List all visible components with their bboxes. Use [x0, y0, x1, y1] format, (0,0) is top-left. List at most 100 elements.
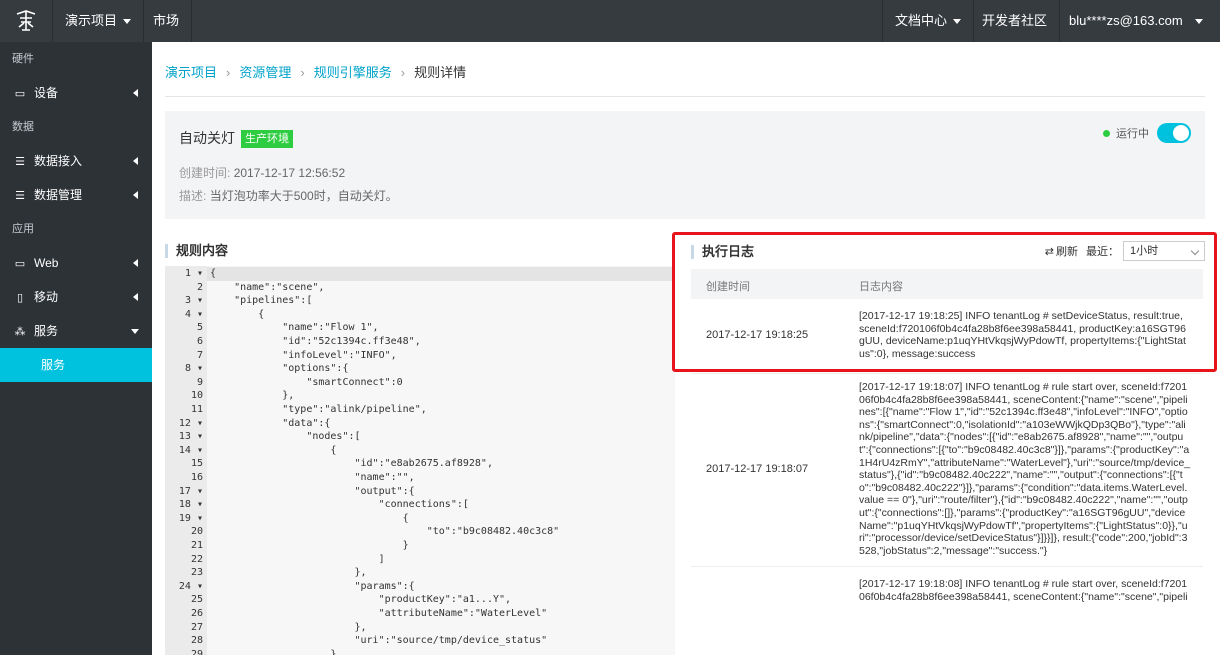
code-line: },: [210, 390, 295, 402]
code-line: "name":"Flow 1",: [210, 322, 379, 334]
line-number: 4 ▾: [184, 308, 203, 320]
cluster-icon: ⁂: [14, 326, 26, 338]
code-line: "connections":[: [210, 499, 469, 511]
chevron-right-icon: ›: [226, 65, 231, 80]
desktop-icon: ▭: [14, 258, 26, 270]
chevron-left-icon: [133, 259, 138, 267]
rule-summary: 自动关灯 生产环境 创建时间: 2017-12-17 12:56:52 描述: 当…: [165, 111, 1205, 219]
code-line: {: [210, 308, 265, 320]
breadcrumb-current: 规则详情: [414, 65, 467, 80]
code-line: "infoLevel":"INFO",: [210, 349, 397, 361]
sidebar-section-data: 数据: [12, 121, 34, 133]
chevron-right-icon: ›: [400, 65, 406, 80]
line-number: 10: [190, 390, 203, 402]
line-number: 26: [190, 608, 203, 619]
chevron-left-icon: [133, 191, 138, 199]
breadcrumb: 演示项目 › 资源管理 › 规则引擎服务 › 规则详情: [165, 62, 466, 81]
line-number: 18 ▾: [178, 499, 203, 511]
rule-description: 描述: 当灯泡功率大于500时，自动关灯。: [179, 189, 398, 203]
chevron-left-icon: [133, 293, 138, 301]
line-number: 15: [190, 458, 203, 470]
status-toggle[interactable]: [1157, 123, 1191, 143]
list-icon: ☰: [15, 190, 25, 202]
line-number: 12 ▾: [178, 417, 203, 429]
breadcrumb-project[interactable]: 演示项目: [165, 65, 217, 80]
line-number: 5: [196, 322, 203, 334]
breadcrumb-resources[interactable]: 资源管理: [239, 65, 291, 80]
code-line: "smartConnect":0: [210, 376, 403, 388]
line-number: 2: [196, 281, 203, 293]
sidebar-item-data-ingest[interactable]: ☰ 数据接入: [0, 144, 152, 178]
chevron-left-icon: [133, 157, 138, 165]
line-number: 9: [196, 376, 203, 388]
monitor-icon: ▭: [14, 88, 26, 100]
line-number: 14 ▾: [178, 444, 203, 456]
market-link[interactable]: 市场: [141, 0, 193, 42]
sidebar-item-device[interactable]: ▭ 设备: [0, 76, 152, 110]
code-line: "attributeName":"WaterLevel": [210, 608, 548, 619]
code-line: ]: [210, 553, 385, 565]
line-number: 19 ▾: [178, 512, 203, 524]
code-line: },: [210, 567, 367, 579]
code-line: "id":"52c1394c.ff3e48",: [210, 336, 421, 347]
code-editor[interactable]: 1 ▾ {2 "name":"scene", 3 ▾ "pipelines":[4 …: [165, 266, 675, 655]
log-row: 2017-12-17 19:18:07 [2017-12-17 19:18:07…: [691, 374, 1203, 567]
divider: [165, 96, 1205, 97]
line-number: 8 ▾: [184, 363, 203, 375]
line-number: 16: [190, 472, 203, 483]
mobile-icon: ▯: [16, 292, 24, 304]
line-number: 11: [190, 404, 203, 415]
code-line: "to":"b9c08482.40c3c8": [210, 526, 560, 538]
user-menu[interactable]: blu****zs@163.com: [1057, 0, 1215, 42]
line-number: 6: [196, 336, 203, 347]
code-line: "data":{: [210, 417, 331, 429]
log-content: [2017-12-17 19:18:07] INFO tenantLog # r…: [859, 381, 1191, 557]
sidebar-item-data-mgmt[interactable]: ☰ 数据管理: [0, 178, 152, 212]
chevron-right-icon: ›: [300, 65, 305, 80]
list-icon: ☰: [15, 156, 25, 168]
logo-icon[interactable]: [0, 0, 53, 42]
line-number: 13 ▾: [178, 431, 203, 443]
highlight-annotation: [672, 232, 1217, 372]
rule-created: 创建时间: 2017-12-17 12:56:52: [179, 166, 346, 180]
code-line: "id":"e8ab2675.af8928",: [210, 458, 493, 470]
project-dropdown[interactable]: 演示项目: [53, 0, 145, 42]
log-row: [2017-12-17 19:18:08] INFO tenantLog # r…: [691, 568, 1203, 604]
line-number: 1 ▾: [184, 268, 203, 279]
log-time: 2017-12-17 19:18:07: [706, 463, 809, 475]
code-line: "name":"",: [210, 472, 415, 483]
env-badge: 生产环境: [241, 130, 293, 149]
line-number: 24 ▾: [178, 580, 203, 592]
chevron-down-icon: [953, 19, 962, 25]
sidebar-item-mobile[interactable]: ▯ 移动: [0, 280, 152, 314]
rule-title: 自动关灯 生产环境: [179, 128, 293, 149]
code-line: },: [210, 621, 367, 633]
sidebar-section-hardware: 硬件: [12, 53, 34, 65]
sidebar-item-web[interactable]: ▭ Web: [0, 246, 152, 280]
breadcrumb-rule-engine[interactable]: 规则引擎服务: [314, 65, 392, 80]
code-line: "output":{: [210, 485, 415, 497]
line-number: 22: [190, 553, 203, 565]
line-number: 20: [190, 526, 203, 538]
chevron-left-icon: [133, 89, 138, 97]
code-line: "options":{: [210, 363, 349, 375]
line-number: 29: [190, 648, 203, 655]
log-content: [2017-12-17 19:18:08] INFO tenantLog # r…: [859, 578, 1188, 604]
community-link[interactable]: 开发者社区: [970, 0, 1061, 42]
docs-dropdown[interactable]: 文档中心: [882, 0, 975, 42]
code-line: "uri":"source/tmp/device_status": [210, 635, 548, 647]
line-number: 28: [190, 635, 203, 647]
sidebar-subitem-service[interactable]: 服务: [0, 348, 152, 382]
code-line: "params":{: [210, 580, 415, 592]
code-line: "pipelines":[: [210, 295, 313, 307]
chevron-down-icon: [131, 329, 139, 334]
code-section-title: 规则内容: [165, 244, 228, 258]
code-line: "nodes":[: [210, 431, 361, 443]
code-line: {: [207, 267, 675, 281]
code-line: {: [210, 512, 409, 524]
sidebar-section-apps: 应用: [12, 223, 34, 235]
top-navbar: 演示项目 市场 文档中心 开发者社区 blu****zs@163.com: [0, 0, 1220, 42]
line-number: 21: [190, 540, 203, 551]
code-line: {: [210, 444, 337, 456]
sidebar-item-service[interactable]: ⁂ 服务: [0, 314, 152, 348]
